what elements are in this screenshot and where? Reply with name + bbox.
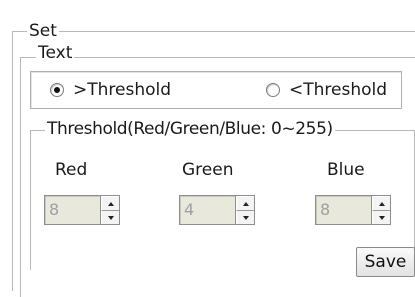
arrow-up-icon	[107, 201, 114, 206]
radio-checked-icon	[50, 83, 64, 97]
threshold-group-legend: Threshold(Red/Green/Blue: 0~255)	[45, 119, 335, 139]
green-spin-buttons	[235, 195, 255, 225]
arrow-down-icon	[107, 215, 114, 220]
radio-unchecked-icon	[266, 83, 280, 97]
red-spin-buttons	[100, 195, 120, 225]
blue-spin-buttons	[371, 195, 391, 225]
red-increment-button[interactable]	[101, 196, 119, 210]
blue-spinner: 8	[315, 195, 391, 225]
blue-label: Blue	[327, 160, 365, 180]
red-value-input[interactable]: 8	[44, 195, 100, 225]
below-threshold-label: <Threshold	[289, 80, 388, 100]
set-group-legend: Set	[27, 21, 59, 41]
text-group-legend: Text	[36, 43, 75, 63]
blue-decrement-button[interactable]	[372, 210, 390, 224]
green-increment-button[interactable]	[236, 196, 254, 210]
arrow-up-icon	[242, 201, 249, 206]
red-spinner: 8	[44, 195, 120, 225]
red-decrement-button[interactable]	[101, 210, 119, 224]
blue-value-input[interactable]: 8	[315, 195, 371, 225]
arrow-up-icon	[378, 201, 385, 206]
above-threshold-radio[interactable]: >Threshold	[50, 80, 171, 100]
save-button[interactable]: Save	[356, 247, 415, 277]
red-label: Red	[55, 160, 88, 180]
green-spinner: 4	[179, 195, 255, 225]
below-threshold-radio[interactable]: <Threshold	[266, 80, 387, 100]
green-label: Green	[182, 160, 234, 180]
green-decrement-button[interactable]	[236, 210, 254, 224]
green-value-input[interactable]: 4	[179, 195, 235, 225]
arrow-down-icon	[242, 215, 249, 220]
blue-increment-button[interactable]	[372, 196, 390, 210]
above-threshold-label: >Threshold	[73, 80, 172, 100]
arrow-down-icon	[378, 215, 385, 220]
